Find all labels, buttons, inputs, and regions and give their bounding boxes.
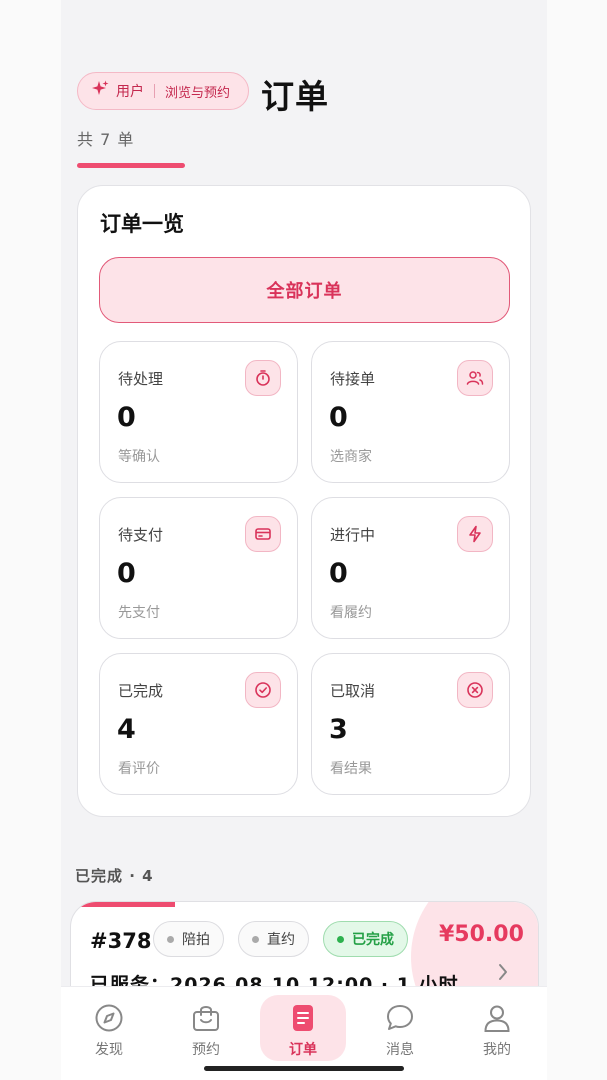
tab-booking[interactable]: 预约: [163, 987, 249, 1069]
mode-label: 浏览与预约: [165, 85, 231, 101]
chip-label: 已完成: [352, 932, 394, 948]
tab-label: 消息: [386, 1042, 414, 1058]
section-title: 已完成 · 4: [75, 867, 154, 885]
users-icon: [457, 360, 493, 396]
stat-sub: 选商家: [330, 449, 372, 465]
tab-label: 订单: [289, 1042, 317, 1058]
stat-value: 0: [117, 558, 136, 589]
chevron-right-icon[interactable]: [497, 962, 509, 986]
all-orders-button[interactable]: 全部订单: [99, 257, 510, 323]
credit-card-icon: [245, 516, 281, 552]
stat-value: 3: [329, 714, 348, 745]
pill-divider: [154, 84, 155, 98]
stat-card-completed[interactable]: 已完成 4 看评价: [99, 653, 298, 795]
booking-type-chip: 直约: [238, 921, 309, 957]
stat-label: 待处理: [118, 370, 164, 388]
stat-sub: 看结果: [330, 761, 372, 777]
stat-sub: 等确认: [118, 449, 160, 465]
chip-dot: [337, 935, 344, 943]
order-overview-card: 订单一览 全部订单 待处理 0 等确认 待接单 0 选商家 待支付 0 先支付: [77, 185, 531, 817]
stat-label: 已完成: [118, 682, 164, 700]
order-price: ¥50.00: [439, 922, 524, 947]
stat-card-pending[interactable]: 待处理 0 等确认: [99, 341, 298, 483]
tab-messages[interactable]: 消息: [357, 987, 443, 1069]
tab-label: 我的: [483, 1042, 511, 1058]
order-count: 共 7 单: [77, 130, 135, 149]
check-circle-icon: [245, 672, 281, 708]
chat-bubble-icon: [385, 1003, 415, 1033]
stat-value: 0: [117, 402, 136, 433]
stat-sub: 看履约: [330, 605, 372, 621]
stat-card-awaiting-payment[interactable]: 待支付 0 先支付: [99, 497, 298, 639]
stat-sub: 看评价: [118, 761, 160, 777]
stat-card-cancelled[interactable]: 已取消 3 看结果: [311, 653, 510, 795]
service-chip: 陪拍: [153, 921, 224, 957]
chip-label: 直约: [267, 932, 295, 948]
stat-sub: 先支付: [118, 605, 160, 621]
stat-label: 进行中: [330, 526, 376, 544]
card-accent-bar: [71, 902, 175, 907]
tab-discover[interactable]: 发现: [66, 987, 152, 1069]
overview-title: 订单一览: [100, 212, 184, 236]
tab-label: 预约: [192, 1042, 220, 1058]
page-title: 订单: [261, 77, 329, 116]
stat-card-in-progress[interactable]: 进行中 0 看履约: [311, 497, 510, 639]
stat-value: 4: [117, 714, 136, 745]
title-underline: [77, 163, 185, 168]
chip-dot: [252, 935, 259, 943]
stat-label: 已取消: [330, 682, 376, 700]
role-switch-pill[interactable]: 用户 浏览与预约: [77, 72, 249, 110]
stat-label: 待支付: [118, 526, 164, 544]
shopping-bag-icon: [191, 1003, 221, 1033]
stat-label: 待接单: [330, 370, 376, 388]
chip-label: 陪拍: [182, 932, 210, 948]
timer-icon: [245, 360, 281, 396]
tab-label: 发现: [95, 1042, 123, 1058]
user-icon: [482, 1003, 512, 1033]
stat-value: 0: [329, 402, 348, 433]
document-icon: [288, 1003, 318, 1033]
stat-value: 0: [329, 558, 348, 589]
home-indicator: [204, 1066, 404, 1071]
sparkle-icon: [90, 79, 110, 103]
x-circle-icon: [457, 672, 493, 708]
tab-profile[interactable]: 我的: [454, 987, 540, 1069]
chip-dot: [167, 935, 174, 943]
status-badge: 已完成: [323, 921, 408, 957]
order-id: #378: [90, 929, 152, 953]
compass-icon: [94, 1003, 124, 1033]
role-label: 用户: [116, 84, 144, 100]
tab-orders[interactable]: 订单: [260, 987, 346, 1069]
screen: 用户 浏览与预约 订单 共 7 单 订单一览 全部订单 待处理 0 等确认 待接…: [61, 0, 547, 1080]
lightning-icon: [457, 516, 493, 552]
stat-card-awaiting-accept[interactable]: 待接单 0 选商家: [311, 341, 510, 483]
